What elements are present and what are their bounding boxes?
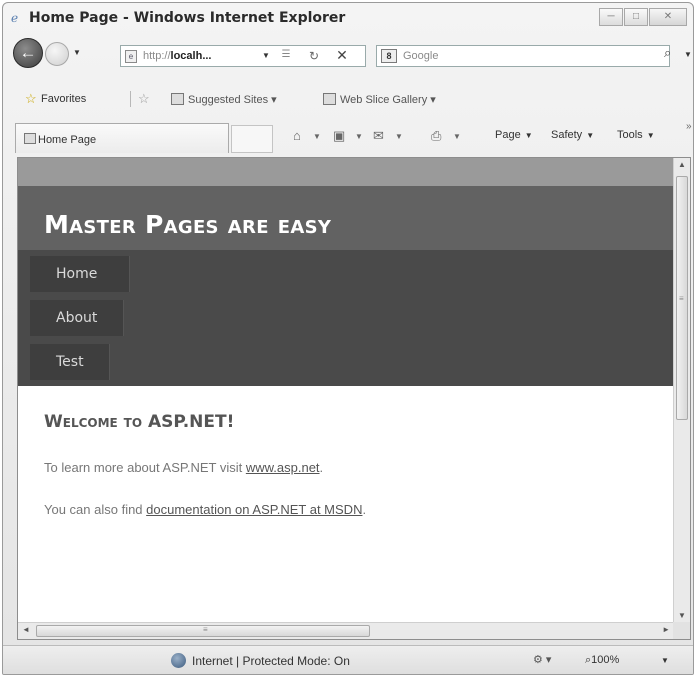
- menu-item-test[interactable]: Test: [30, 344, 110, 380]
- tab-home-page[interactable]: Home Page: [15, 123, 229, 153]
- site-icon: [171, 93, 184, 105]
- vertical-scroll-thumb[interactable]: ≡: [676, 176, 688, 420]
- status-bar: Internet | Protected Mode: On ⚙ ▾ ⌕100% …: [3, 645, 693, 674]
- favorites-star-icon: ☆: [25, 91, 37, 106]
- scroll-down-arrow-icon[interactable]: ▼: [678, 611, 686, 620]
- divider: [130, 91, 131, 107]
- web-slice-gallery-link[interactable]: Web Slice Gallery ▾: [323, 93, 436, 106]
- address-input[interactable]: http://localh...: [143, 50, 212, 62]
- window-controls: ─ □ ✕: [598, 8, 687, 26]
- feeds-dropdown-icon[interactable]: ▼: [355, 132, 363, 141]
- docs-paragraph: You can also find documentation on ASP.N…: [44, 502, 367, 517]
- feeds-icon[interactable]: ▣: [333, 128, 345, 144]
- security-zone[interactable]: Internet | Protected Mode: On: [171, 653, 350, 668]
- forward-button[interactable]: [45, 42, 69, 66]
- msdn-docs-link[interactable]: documentation on ASP.NET at MSDN: [146, 502, 362, 517]
- print-dropdown-icon[interactable]: ▼: [453, 132, 461, 141]
- safety-menu[interactable]: Safety ▼: [551, 129, 594, 141]
- tab-row: Home Page ⌂ ▼ ▣ ▼ ✉ ▼ ⎙ ▼ Page ▼ Safety ▼ …: [3, 117, 693, 153]
- scroll-up-arrow-icon[interactable]: ▲: [678, 160, 686, 169]
- google-logo-icon: 8: [381, 49, 397, 63]
- back-arrow-icon: ←: [19, 43, 37, 62]
- search-options-dropdown[interactable]: ▼: [684, 50, 692, 59]
- globe-icon: [171, 653, 186, 668]
- vertical-scrollbar[interactable]: ▲ ≡ ▼: [673, 158, 690, 623]
- horizontal-scroll-thumb[interactable]: ≡: [36, 625, 370, 637]
- page-viewport: Master Pages are easy Home About Test We…: [17, 157, 691, 640]
- mail-icon[interactable]: ✉: [373, 128, 384, 144]
- zoom-dropdown-icon[interactable]: ▼: [661, 656, 669, 665]
- ie-logo-icon: ℯ: [11, 11, 19, 25]
- home-icon[interactable]: ⌂: [293, 128, 301, 143]
- favorites-bar: ☆ Favorites ☆ Suggested Sites ▾ Web Slic…: [3, 87, 693, 111]
- print-icon[interactable]: ⎙: [431, 128, 441, 144]
- browser-window: ℯ Home Page - Windows Internet Explorer …: [2, 2, 694, 675]
- asp-net-link[interactable]: www.asp.net: [246, 460, 320, 475]
- site-title: Master Pages are easy: [44, 210, 332, 239]
- tab-label: Home Page: [38, 134, 97, 146]
- tools-menu[interactable]: Tools ▼: [617, 129, 655, 141]
- window-title: Home Page - Windows Internet Explorer: [29, 10, 346, 26]
- site-navigation: Home About Test: [18, 250, 674, 386]
- page-icon: [24, 133, 36, 144]
- recent-pages-dropdown[interactable]: ▼: [73, 48, 81, 57]
- minimize-button[interactable]: ─: [599, 8, 623, 26]
- search-box[interactable]: 8 Google: [376, 45, 670, 67]
- menu-item-home[interactable]: Home: [30, 256, 130, 292]
- main-content: Welcome to ASP.NET! To learn more about …: [18, 386, 674, 623]
- refresh-icon[interactable]: ↻: [305, 49, 323, 64]
- navigation-bar: ← ▼ e http://localh... ▼ ☰ ↻ ✕ 8 Google …: [3, 35, 693, 69]
- page-security-icon[interactable]: ⚙ ▾: [533, 653, 551, 666]
- page-menu[interactable]: Page ▼: [495, 129, 533, 141]
- suggested-sites-link[interactable]: Suggested Sites ▾: [171, 93, 277, 106]
- page-icon: e: [125, 50, 137, 63]
- scroll-left-arrow-icon[interactable]: ◄: [22, 625, 30, 634]
- page-heading: Welcome to ASP.NET!: [44, 412, 235, 432]
- home-dropdown-icon[interactable]: ▼: [313, 132, 321, 141]
- mail-dropdown-icon[interactable]: ▼: [395, 132, 403, 141]
- scrollbar-corner: [673, 622, 690, 639]
- horizontal-scrollbar[interactable]: ◄ ≡ ►: [18, 622, 674, 639]
- grip-icon: ≡: [679, 294, 684, 303]
- intro-paragraph: To learn more about ASP.NET visit www.as…: [44, 460, 324, 475]
- address-bar[interactable]: e http://localh... ▼ ☰ ↻ ✕: [120, 45, 366, 67]
- new-tab-button[interactable]: [231, 125, 273, 153]
- scroll-right-arrow-icon[interactable]: ►: [662, 625, 670, 634]
- menu-item-about[interactable]: About: [30, 300, 124, 336]
- close-button[interactable]: ✕: [649, 8, 687, 26]
- address-dropdown-icon[interactable]: ▼: [262, 51, 270, 60]
- stop-icon[interactable]: ✕: [333, 48, 351, 63]
- page-top-band: [18, 158, 674, 186]
- back-button[interactable]: ←: [13, 38, 43, 68]
- title-bar: ℯ Home Page - Windows Internet Explorer …: [3, 3, 693, 33]
- zoom-level[interactable]: ⌕100%: [585, 654, 619, 667]
- site-icon: [323, 93, 336, 105]
- search-input[interactable]: Google: [403, 50, 438, 62]
- add-to-favorites-icon[interactable]: ☆: [138, 91, 150, 107]
- web-page: Master Pages are easy Home About Test We…: [18, 158, 674, 623]
- search-icon[interactable]: ⌕: [664, 45, 671, 61]
- favorites-button[interactable]: Favorites: [41, 93, 86, 105]
- maximize-button[interactable]: □: [624, 8, 648, 26]
- site-header: Master Pages are easy: [18, 186, 674, 250]
- compatibility-view-icon[interactable]: ☰: [278, 49, 294, 64]
- more-commands-icon[interactable]: »: [686, 121, 692, 132]
- grip-icon: ≡: [203, 625, 208, 634]
